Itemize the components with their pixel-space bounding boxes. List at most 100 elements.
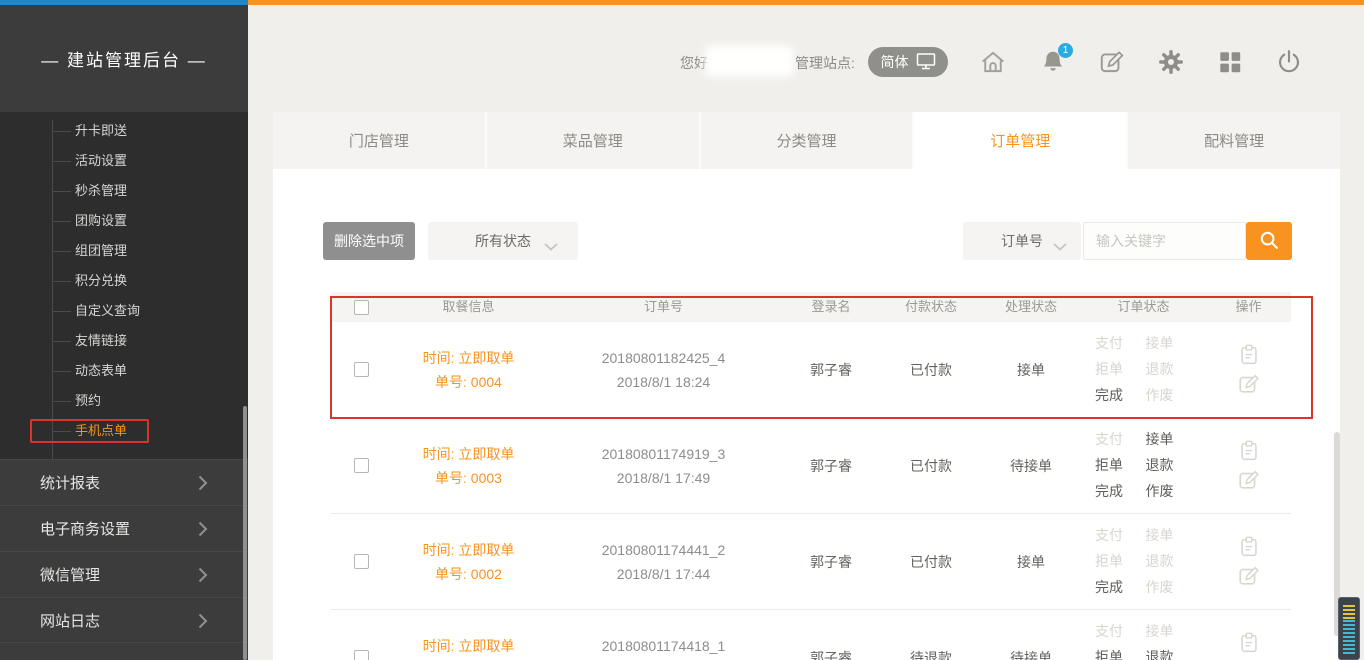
status-action-accept[interactable]: 接单 (1146, 427, 1193, 452)
sidebar-section-site-logs[interactable]: 网站日志 (0, 597, 248, 643)
sidebar-section-ecommerce-settings[interactable]: 电子商务设置 (0, 505, 248, 551)
tab-ingredients[interactable]: 配料管理 (1126, 112, 1340, 169)
col-order-status: 订单状态 (1081, 295, 1206, 319)
row-checkbox[interactable] (354, 554, 369, 569)
sidebar-item-group-management[interactable]: 组团管理 (0, 236, 248, 266)
chevron-right-icon (198, 475, 208, 491)
status-action-void: 作废 (1146, 575, 1193, 600)
sidebar-item-label: 友情链接 (75, 333, 127, 348)
search-icon (1257, 228, 1281, 255)
col-process-status: 处理状态 (981, 295, 1081, 319)
status-action-complete[interactable]: 完成 (1095, 479, 1142, 504)
sidebar-item-group-buy-settings[interactable]: 团购设置 (0, 206, 248, 236)
status-action-pay: 支付 (1095, 427, 1142, 452)
search-field-value: 订单号 (1001, 231, 1043, 251)
chevron-down-icon (1053, 238, 1067, 246)
sidebar-section-wechat-management[interactable]: 微信管理 (0, 551, 248, 597)
tab-dishes[interactable]: 菜品管理 (485, 112, 699, 169)
order-detail-icon[interactable] (1237, 631, 1261, 655)
sidebar-section-statistics-reports[interactable]: 统计报表 (0, 459, 248, 505)
pickup-number: 单号: 0004 (435, 370, 502, 394)
sidebar-item-activity-settings[interactable]: 活动设置 (0, 146, 248, 176)
status-action-refund: 退款 (1146, 357, 1193, 382)
status-action-void[interactable]: 作废 (1146, 479, 1193, 504)
pay-status: 已付款 (881, 454, 981, 478)
process-status: 待接单 (981, 646, 1081, 660)
apps-grid-icon[interactable] (1216, 48, 1244, 76)
search-field-select[interactable]: 订单号 (963, 222, 1081, 260)
status-action-complete[interactable]: 完成 (1095, 575, 1142, 600)
section-label: 电子商务设置 (40, 518, 130, 539)
sidebar-item-card-bonus[interactable]: 升卡即送 (0, 116, 248, 146)
chevron-down-icon (544, 238, 558, 246)
sidebar-item-points-exchange[interactable]: 积分兑换 (0, 266, 248, 296)
pay-status: 已付款 (881, 358, 981, 382)
status-filter-select[interactable]: 所有状态 (428, 222, 578, 260)
keyword-input[interactable] (1083, 222, 1246, 260)
sidebar-item-dynamic-forms[interactable]: 动态表单 (0, 356, 248, 386)
tab-categories[interactable]: 分类管理 (699, 112, 913, 169)
login-name: 郭子睿 (781, 646, 881, 660)
page: — 建站管理后台 — 升卡即送活动设置秒杀管理团购设置组团管理积分兑换自定义查询… (0, 0, 1364, 660)
notifications-bell-icon[interactable]: 1 (1039, 48, 1067, 76)
status-action-reject[interactable]: 拒单 (1095, 453, 1142, 478)
edit-order-icon[interactable] (1237, 564, 1261, 588)
order-detail-icon[interactable] (1237, 535, 1261, 559)
edit-order-icon[interactable] (1237, 468, 1261, 492)
sidebar-item-custom-query[interactable]: 自定义查询 (0, 296, 248, 326)
pickup-time: 时间: 立即取单 (423, 442, 515, 466)
gear-icon[interactable] (1157, 48, 1185, 76)
process-status: 待接单 (981, 454, 1081, 478)
order-time: 2018/8/1 17:44 (617, 562, 710, 586)
chevron-right-icon (198, 567, 208, 583)
sidebar-item-mobile-ordering[interactable]: 手机点单 (0, 416, 248, 446)
language-site-pill[interactable]: 简体 (868, 47, 948, 77)
sidebar-item-label: 秒杀管理 (75, 183, 127, 198)
pickup-number: 单号: 0003 (435, 466, 502, 490)
chevron-right-icon (198, 521, 208, 537)
power-logout-icon[interactable] (1275, 48, 1303, 76)
sidebar-sections: 统计报表电子商务设置微信管理网站日志 (0, 459, 248, 660)
order-status-actions: 支付接单拒单退款完成作废 (1081, 523, 1206, 600)
status-action-reject[interactable]: 拒单 (1095, 645, 1142, 660)
edit-order-icon[interactable] (1237, 372, 1261, 396)
section-label: 统计报表 (40, 472, 100, 493)
toolbar: 删除选中项 所有状态 订单号 (273, 222, 1340, 262)
row-checkbox[interactable] (354, 458, 369, 473)
language-pill-label: 简体 (881, 52, 909, 72)
status-action-complete[interactable]: 完成 (1095, 383, 1142, 408)
delete-selected-button[interactable]: 删除选中项 (323, 222, 415, 260)
tab-stores[interactable]: 门店管理 (273, 112, 485, 169)
row-checkbox[interactable] (354, 650, 369, 660)
pay-status: 已付款 (881, 550, 981, 574)
order-detail-icon[interactable] (1237, 343, 1261, 367)
topbar: 您好 管理站点: 简体 1 (248, 5, 1364, 112)
search-button[interactable] (1246, 222, 1292, 260)
order-time: 2018/8/1 18:24 (617, 370, 710, 394)
pay-status: 待退款 (881, 646, 981, 660)
status-action-refund[interactable]: 退款 (1146, 453, 1193, 478)
compose-icon[interactable] (1098, 48, 1126, 76)
pickup-number: 单号: 0002 (435, 562, 502, 586)
status-action-pay: 支付 (1095, 523, 1142, 548)
select-all-checkbox[interactable] (354, 300, 369, 315)
tab-orders[interactable]: 订单管理 (912, 112, 1126, 169)
sidebar-item-reservation[interactable]: 预约 (0, 386, 248, 416)
status-action-accept: 接单 (1146, 523, 1193, 548)
content-panel: 门店管理菜品管理分类管理订单管理配料管理 删除选中项 所有状态 订单号 (273, 112, 1340, 660)
home-icon[interactable] (979, 48, 1007, 76)
row-checkbox[interactable] (354, 362, 369, 377)
order-status-actions: 支付接单拒单退款完成作废 (1081, 427, 1206, 504)
col-order-number: 订单号 (546, 295, 781, 319)
sidebar-scrollbar[interactable] (243, 406, 247, 660)
section-label: 网站日志 (40, 610, 100, 631)
login-name: 郭子睿 (781, 550, 881, 574)
sidebar-item-flash-sale[interactable]: 秒杀管理 (0, 176, 248, 206)
order-detail-icon[interactable] (1237, 439, 1261, 463)
col-pickup-info: 取餐信息 (391, 295, 546, 319)
table-row: 时间: 立即取单 单号: 0002 20180801174441_2 2018/… (331, 514, 1291, 610)
status-action-refund[interactable]: 退款 (1146, 645, 1193, 660)
order-number: 20180801174418_1 (602, 634, 726, 658)
sidebar-item-friend-links[interactable]: 友情链接 (0, 326, 248, 356)
table-row: 时间: 立即取单 单号: 0004 20180801182425_4 2018/… (331, 322, 1291, 418)
